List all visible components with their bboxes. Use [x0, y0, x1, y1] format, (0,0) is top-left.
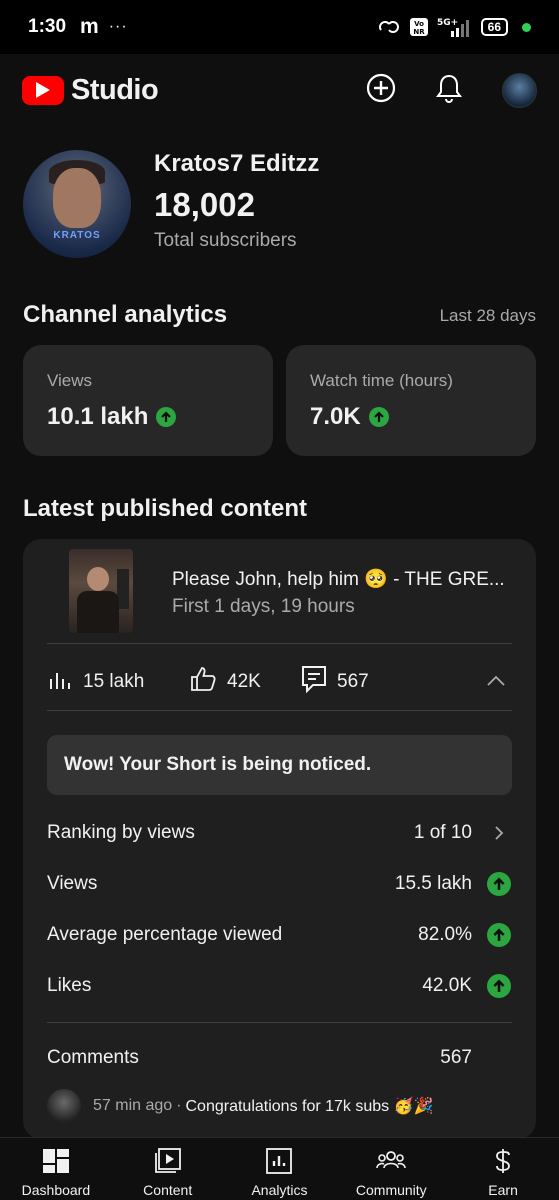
- video-likes: 42K: [227, 671, 261, 692]
- watch-time-card[interactable]: Watch time (hours) 7.0K: [286, 345, 536, 456]
- trend-up-icon: [156, 407, 177, 427]
- content-icon: [154, 1148, 182, 1177]
- ranking-row[interactable]: Ranking by views 1 of 10: [47, 807, 512, 858]
- status-time: 1:30: [28, 16, 67, 37]
- views-row: Views 15.5 lakh: [47, 858, 512, 909]
- nav-label: Content: [143, 1182, 193, 1198]
- video-title[interactable]: Please John, help him 🥺 - THE GRE...: [172, 567, 505, 591]
- battery-icon: 66: [480, 18, 508, 36]
- latest-comment[interactable]: 57 min ago · Congratulations for 17k sub…: [47, 1089, 433, 1123]
- row-label: Ranking by views: [47, 821, 195, 843]
- privacy-indicator-icon: [522, 22, 531, 32]
- chevron-right-icon: [486, 825, 512, 841]
- watch-time-card-label: Watch time (hours): [310, 371, 453, 390]
- signal-icon: 5G+: [437, 16, 473, 38]
- youtube-logo-icon: [22, 75, 64, 105]
- row-value: 15.5 lakh: [394, 872, 472, 894]
- studio-logo[interactable]: Studio: [22, 73, 159, 107]
- likes-row: Likes 42.0K: [47, 960, 512, 1011]
- divider: [47, 710, 512, 711]
- app-bar: Studio: [0, 54, 559, 126]
- nav-analytics[interactable]: Analytics: [224, 1138, 336, 1200]
- app-title: Studio: [71, 73, 159, 106]
- watch-time-card-value: 7.0K: [310, 403, 361, 430]
- likes-metric: 42K: [189, 666, 301, 698]
- trend-up-icon: [368, 407, 389, 427]
- commenter-avatar: [47, 1089, 81, 1123]
- comments-label: Comments: [47, 1047, 139, 1068]
- analytics-icon: [265, 1148, 293, 1177]
- row-label: Likes: [47, 974, 92, 996]
- comments-row[interactable]: Comments 567: [47, 1047, 512, 1069]
- create-icon[interactable]: [366, 73, 396, 108]
- performance-rows: Ranking by views 1 of 10 Views 15.5 lakh…: [47, 807, 512, 1011]
- nav-label: Earn: [488, 1182, 518, 1198]
- channel-avatar[interactable]: KRATOS: [23, 150, 131, 258]
- nav-content[interactable]: Content: [112, 1138, 224, 1200]
- video-thumbnail[interactable]: [69, 549, 133, 633]
- account-avatar[interactable]: [502, 72, 537, 108]
- channel-avatar-text: KRATOS: [53, 230, 101, 241]
- row-label: Views: [47, 872, 98, 894]
- views-card-value: 10.1 lakh: [47, 403, 149, 430]
- views-bars-icon: [47, 667, 73, 697]
- nav-earn[interactable]: Earn: [447, 1138, 559, 1200]
- notifications-icon[interactable]: [436, 73, 462, 108]
- channel-header: KRATOS Kratos7 Editzz 18,002 Total subsc…: [23, 150, 319, 258]
- chevron-up-icon[interactable]: [486, 671, 506, 693]
- more-notifications-icon: ···: [108, 18, 128, 35]
- row-label: Average percentage viewed: [47, 923, 283, 945]
- video-comments: 567: [337, 671, 369, 692]
- nav-dashboard[interactable]: Dashboard: [0, 1138, 112, 1200]
- row-value: 42.0K: [422, 974, 472, 996]
- earn-icon: [492, 1148, 514, 1177]
- video-age: First 1 days, 19 hours: [172, 596, 355, 617]
- svg-text:5G+: 5G+: [437, 18, 458, 28]
- channel-analytics-title: Channel analytics: [23, 301, 228, 328]
- notice-banner: Wow! Your Short is being noticed.: [47, 735, 512, 795]
- carrier-icon: m: [80, 15, 99, 38]
- analytics-period: Last 28 days: [439, 306, 536, 325]
- comments-value: 567: [440, 1047, 472, 1068]
- divider: [47, 643, 512, 644]
- row-value: 1 of 10: [413, 821, 472, 843]
- views-card-label: Views: [47, 371, 93, 390]
- video-metrics: 15 lakh 42K 567: [47, 665, 512, 699]
- comment-text: Congratulations for 17k subs 🥳🎉: [185, 1098, 434, 1115]
- hotspot-link-icon: [377, 18, 401, 36]
- divider: [47, 1022, 512, 1023]
- trend-up-icon: [487, 922, 511, 947]
- row-value: 82.0%: [418, 923, 472, 945]
- latest-content-card: Please John, help him 🥺 - THE GRE... Fir…: [23, 539, 536, 1139]
- comment-separator: ·: [176, 1097, 182, 1114]
- community-icon: [376, 1148, 407, 1177]
- svg-text:Vo: Vo: [414, 20, 424, 28]
- nav-label: Community: [355, 1182, 427, 1198]
- avg-percentage-row: Average percentage viewed 82.0%: [47, 909, 512, 960]
- comment-icon: [301, 665, 327, 699]
- comments-metric: 567: [301, 665, 369, 699]
- like-icon: [189, 666, 217, 698]
- bottom-nav: Dashboard Content Analytics Community Ea…: [0, 1137, 559, 1200]
- subscriber-count: 18,002: [154, 186, 255, 223]
- channel-name: Kratos7 Editzz: [154, 150, 320, 177]
- views-card[interactable]: Views 10.1 lakh: [23, 345, 273, 456]
- dashboard-icon: [42, 1148, 70, 1177]
- views-metric: 15 lakh: [47, 667, 189, 697]
- latest-content-title: Latest published content: [23, 495, 308, 522]
- trend-up-icon: [487, 973, 511, 998]
- trend-up-icon: [487, 871, 511, 896]
- nav-label: Dashboard: [21, 1182, 91, 1198]
- nav-community[interactable]: Community: [335, 1138, 447, 1200]
- comment-time: 57 min ago: [93, 1097, 173, 1114]
- status-bar: 1:30 m ··· Vo NR 5G+ 66: [0, 0, 559, 54]
- volte-icon: Vo NR: [409, 17, 429, 37]
- svg-text:NR: NR: [413, 28, 425, 36]
- subscriber-label: Total subscribers: [154, 230, 297, 251]
- video-views: 15 lakh: [83, 671, 145, 692]
- nav-label: Analytics: [251, 1182, 308, 1198]
